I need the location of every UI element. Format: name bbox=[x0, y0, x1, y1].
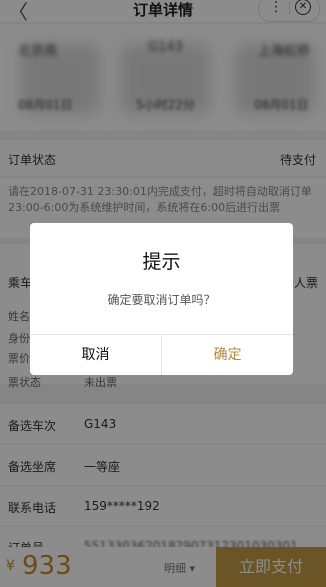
dialog-confirm-button[interactable]: 确定 bbox=[162, 335, 293, 375]
dialog-message: 确定要取消订单吗？ bbox=[107, 293, 216, 307]
confirm-cancel-dialog: 提示 确定要取消订单吗？ 取消 确定 bbox=[30, 223, 293, 375]
bottom-bar-dim bbox=[0, 547, 326, 587]
order-detail-page: 〈 订单详情 ⋮ ✕ 北京南 G143 上海虹桥 08月01日 5小时22分 0… bbox=[0, 0, 326, 587]
dialog-cancel-button[interactable]: 取消 bbox=[30, 335, 161, 375]
dialog-title: 提示 bbox=[142, 251, 181, 273]
